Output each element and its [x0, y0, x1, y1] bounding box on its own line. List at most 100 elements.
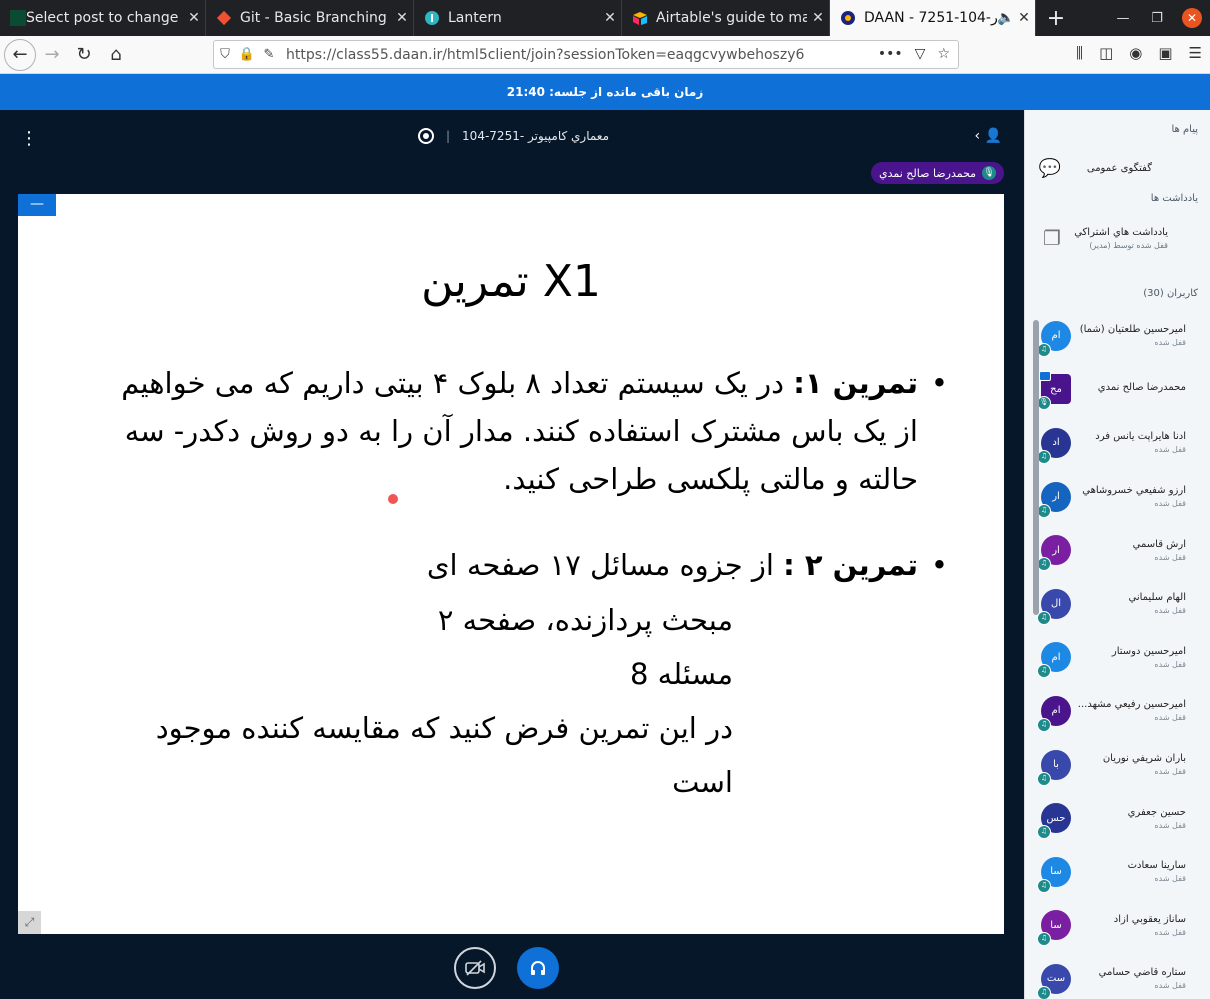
audio-button[interactable] [517, 947, 559, 989]
chat-icon: 💬 [1038, 157, 1062, 179]
tab-git[interactable]: Git - Basic Branching a ✕ [206, 0, 414, 36]
divider: | [446, 129, 451, 143]
permissions-icon[interactable]: ✎ [258, 47, 280, 62]
headphones-icon: ♫ [1037, 932, 1051, 947]
minimize-window-icon[interactable]: — [1106, 11, 1140, 26]
share-webcam-button[interactable] [454, 947, 496, 989]
meeting-title: معماري كامپيوتر -7251-104 [462, 129, 609, 143]
library-icon[interactable]: ⫼ [1076, 44, 1083, 62]
page-actions-icon[interactable]: ••• [878, 46, 903, 62]
user-list-item[interactable]: اميرحسين رفيعي مشهد... قفل شده ام ♫ [1025, 684, 1210, 738]
user-list-item[interactable]: الهام سليماني قفل شده ال ♫ [1025, 577, 1210, 631]
close-tab-icon[interactable]: ✕ [183, 10, 205, 26]
user-status: قفل شده [1154, 981, 1186, 991]
url-text[interactable]: https://class55.daan.ir/html5client/join… [286, 47, 804, 63]
meeting-header: | معماري كامپيوتر -7251-104 [418, 128, 609, 144]
headphones-icon: ♫ [1037, 878, 1051, 893]
user-info: باران شريفي نوريان قفل شده [1071, 753, 1186, 776]
avatar: ست ♫ [1037, 963, 1071, 999]
close-tab-icon[interactable]: ✕ [599, 10, 621, 26]
user-name: باران شريفي نوريان [1102, 753, 1186, 765]
user-info: ارش قاسمي قفل شده [1071, 539, 1186, 562]
headphones-icon: ♫ [1037, 985, 1051, 999]
user-list-item[interactable]: اميرحسين طلعتيان (شما) قفل شده ام ♫ [1025, 309, 1210, 363]
back-button[interactable]: ← [4, 38, 36, 71]
home-button[interactable]: ⌂ [100, 39, 132, 71]
user-status: قفل شده [1154, 874, 1186, 884]
avatar: ار ♫ [1037, 481, 1071, 518]
menu-icon[interactable]: ☰ [1189, 44, 1202, 62]
close-window-icon[interactable]: ✕ [1182, 8, 1202, 28]
user-info: اميرحسين طلعتيان (شما) قفل شده [1071, 324, 1186, 347]
user-list-item[interactable]: ساناز يعقوبي ازاد قفل شده سا ♫ [1025, 899, 1210, 953]
record-icon[interactable] [418, 128, 434, 144]
sidebar-toggle-icon[interactable]: ◫ [1099, 44, 1113, 62]
user-list-item[interactable]: ارش قاسمي قفل شده ار ♫ [1025, 523, 1210, 577]
fullscreen-icon[interactable]: ⤢ [18, 911, 41, 934]
avatar-initials: با [1053, 759, 1059, 771]
tab-airtable[interactable]: Airtable's guide to ma ✕ [622, 0, 830, 36]
extension-icon[interactable]: ▣ [1158, 44, 1172, 62]
account-icon[interactable]: ◉ [1129, 44, 1142, 62]
speaker-icon[interactable]: 🔈 [997, 10, 1014, 26]
user-name: اميرحسين دوستار [1111, 645, 1186, 657]
avatar-initials: ال [1050, 598, 1062, 610]
headphones-icon: ♫ [1037, 503, 1051, 518]
bullet-label: تمرين ۱: [793, 366, 918, 400]
shield-icon[interactable]: ⛉ [214, 47, 236, 62]
maximize-window-icon[interactable]: ❐ [1140, 11, 1174, 26]
user-list-item[interactable]: حسين جعفري قفل شده حس ♫ [1025, 791, 1210, 845]
close-tab-icon[interactable]: ✕ [391, 10, 413, 26]
avatar: سا ♫ [1037, 856, 1071, 893]
user-list-item[interactable]: سارينا سعادت قفل شده سا ♫ [1025, 845, 1210, 899]
user-info: حسين جعفري قفل شده [1071, 807, 1186, 830]
headphones-icon [531, 961, 545, 975]
toggle-user-list-button[interactable]: ‹ 👤 [975, 128, 1002, 144]
user-info: ستاره قاضي حسامي قفل شده [1071, 967, 1186, 990]
notes-header: يادداشت ها [1150, 193, 1198, 204]
microphone-icon: 🎙 [982, 166, 997, 180]
public-chat-item[interactable]: گفتگوی عمومی 💬 [1025, 153, 1210, 183]
new-tab-button[interactable]: + [1036, 0, 1076, 36]
tab-daan[interactable]: DAAN - 7251-104-ير 🔈 ✕ [830, 0, 1036, 36]
user-info: ادنا هایراپت یانس فرد قفل شده [1071, 431, 1186, 454]
laser-pointer [388, 494, 398, 504]
avatar-initials: ار [1052, 544, 1060, 556]
user-status: قفل شده [1154, 713, 1186, 723]
shared-notes-item[interactable]: يادداشت هاي اشتراكي قفل شده توسط (مدیر) … [1025, 218, 1210, 258]
user-status: قفل شده [1154, 499, 1186, 509]
user-list-item[interactable]: ستاره قاضي حسامي قفل شده ست ♫ [1025, 952, 1210, 999]
sub-line: در این تمرین فرض کنید که مقایسه کننده مو… [155, 711, 733, 799]
tab-django[interactable]: Select post to change | Dj ✕ [0, 0, 206, 36]
headphones-icon: ♫ [1037, 771, 1051, 786]
sub-line: مسئله 8 [630, 657, 733, 691]
media-controls [0, 944, 1024, 994]
options-menu-icon[interactable]: ⋮ [20, 128, 38, 149]
tab-title: Airtable's guide to ma [656, 10, 807, 26]
minimize-presentation-button[interactable]: — [18, 194, 56, 216]
user-name: محمدرضا صالح نمدي [1097, 382, 1186, 394]
bookmark-star-icon[interactable]: ☆ [937, 46, 950, 62]
headphones-icon: ♫ [1037, 342, 1051, 357]
lock-icon[interactable]: 🔒 [236, 47, 258, 62]
user-list-sidebar: پيام ها گفتگوی عمومی 💬 يادداشت ها يادداش… [1024, 110, 1210, 999]
user-list-item[interactable]: ارزو شفيعي خسروشاهي قفل شده ار ♫ [1025, 470, 1210, 524]
slide-bullet: تمرين ۱: در یک سیستم تعداد ۸ بلوک ۴ بیتی… [108, 359, 948, 503]
forward-button[interactable]: → [36, 39, 68, 71]
avatar-initials: مح [1050, 383, 1062, 395]
users-list: اميرحسين طلعتيان (شما) قفل شده ام ♫ محمدرضا … [1025, 309, 1210, 999]
user-list-item[interactable]: اميرحسين دوستار قفل شده ام ♫ [1025, 631, 1210, 685]
close-tab-icon[interactable]: ✕ [1013, 10, 1035, 26]
scrollbar[interactable] [1033, 320, 1039, 615]
user-info: ساناز يعقوبي ازاد قفل شده [1071, 914, 1186, 937]
user-list-item[interactable]: باران شريفي نوريان قفل شده با ♫ [1025, 738, 1210, 792]
avatar-initials: سا [1050, 919, 1062, 931]
close-tab-icon[interactable]: ✕ [807, 10, 829, 26]
url-bar[interactable]: ⛉ 🔒 ✎ https://class55.daan.ir/html5clien… [213, 40, 959, 69]
reload-button[interactable]: ↻ [68, 39, 100, 71]
user-list-item[interactable]: محمدرضا صالح نمدي مح 🎙 [1025, 363, 1210, 417]
user-list-item[interactable]: ادنا هایراپت یانس فرد قفل شده اد ♫ [1025, 416, 1210, 470]
tab-lantern[interactable]: Lantern ✕ [414, 0, 622, 36]
pocket-icon[interactable]: ▽ [915, 46, 926, 62]
avatar-initials: ام [1051, 651, 1061, 663]
